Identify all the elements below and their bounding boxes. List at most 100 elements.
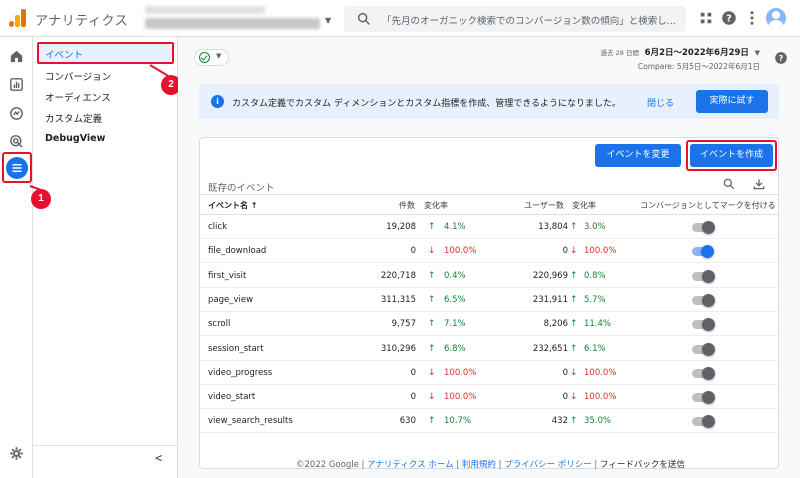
- column-header-conversion: コンバージョンとしてマークを付ける?: [640, 200, 778, 211]
- nav-item-custom-definitions[interactable]: カスタム定義: [45, 111, 102, 125]
- users-trend-arrow-icon: ↑: [570, 319, 578, 330]
- date-prefix: 過去 28 日間: [600, 49, 639, 57]
- account-selector[interactable]: ▼: [145, 6, 331, 32]
- banner-close-link[interactable]: 閉じる: [647, 96, 674, 109]
- conversion-toggle[interactable]: [692, 269, 715, 283]
- date-range-picker[interactable]: 過去 28 日間 6月2日～2022年6月29日 ▼ Compare: 5月5日…: [601, 46, 760, 72]
- nav-item-conversions[interactable]: コンバージョン: [45, 69, 111, 83]
- search-placeholder: 「先月のオーガニック検索でのコンバージョン数の傾向」と検索し...: [382, 16, 676, 27]
- column-header-users[interactable]: ユーザー数: [524, 200, 564, 211]
- conversion-toggle[interactable]: [692, 342, 715, 356]
- event-count: 19,208: [386, 222, 416, 232]
- search-icon: [357, 12, 370, 25]
- conversion-toggle[interactable]: [692, 391, 715, 405]
- settings-icon[interactable]: [9, 446, 24, 461]
- event-name[interactable]: page_view: [208, 295, 253, 305]
- footer-feedback-link[interactable]: フィードバックを送信: [600, 460, 685, 470]
- event-name[interactable]: first_visit: [208, 271, 246, 281]
- svg-text:?: ?: [779, 53, 784, 63]
- users-trend-arrow-icon: ↑: [570, 270, 578, 281]
- event-name[interactable]: file_download: [208, 246, 266, 256]
- conversion-toggle[interactable]: [692, 366, 715, 380]
- count-change: 6.5%: [444, 294, 466, 305]
- table-row[interactable]: scroll 9,757 ↑ 7.1% 8,206 ↑ 11.4%: [200, 312, 778, 337]
- page-help-icon[interactable]: ?: [774, 51, 788, 65]
- account-name-redacted: [145, 6, 265, 14]
- footer-sep: |: [495, 460, 505, 470]
- table-row[interactable]: file_download 0 ↓ 100.0% 0 ↓ 100.0%: [200, 239, 778, 264]
- avatar[interactable]: [766, 8, 786, 28]
- table-row[interactable]: click 19,208 ↑ 4.1% 13,804 ↑ 3.0%: [200, 215, 778, 239]
- users-trend-arrow-icon: ↑: [570, 416, 578, 427]
- app-title: アナリティクス: [35, 14, 129, 29]
- explore-icon[interactable]: [8, 105, 25, 122]
- column-header-count[interactable]: 件数: [399, 200, 415, 211]
- count-change: 6.8%: [444, 343, 466, 354]
- count-trend-arrow-icon: ↑: [428, 343, 436, 354]
- home-icon[interactable]: [8, 48, 25, 65]
- column-header-count-change[interactable]: 変化率: [424, 200, 448, 211]
- count-change: 7.1%: [444, 319, 466, 330]
- conversion-toggle[interactable]: [692, 318, 715, 332]
- column-header-event-name[interactable]: イベント名 ↑: [208, 200, 258, 211]
- table-row[interactable]: video_start 0 ↓ 100.0% 0 ↓ 100.0%: [200, 385, 778, 410]
- users-trend-arrow-icon: ↑: [570, 343, 578, 354]
- table-row[interactable]: video_progress 0 ↓ 100.0% 0 ↓ 100.0%: [200, 361, 778, 385]
- user-count: 432: [551, 416, 568, 427]
- more-vert-icon[interactable]: [743, 9, 761, 27]
- user-count: 232,651: [532, 343, 568, 354]
- property-name-redacted: [145, 18, 320, 29]
- users-change: 35.0%: [584, 416, 612, 427]
- user-count: 8,206: [543, 319, 568, 330]
- nav-item-audiences[interactable]: オーディエンス: [45, 90, 111, 104]
- modify-event-button[interactable]: イベントを変更: [595, 144, 681, 167]
- download-icon[interactable]: [752, 177, 766, 191]
- reports-icon[interactable]: [8, 76, 25, 93]
- users-trend-arrow-icon: ↑: [570, 222, 578, 232]
- users-change: 0.8%: [584, 270, 606, 281]
- apps-grid-icon[interactable]: [697, 9, 715, 27]
- count-trend-arrow-icon: ↑: [428, 294, 436, 305]
- users-trend-arrow-icon: ↓: [570, 367, 578, 378]
- users-change: 6.1%: [584, 343, 606, 354]
- users-trend-arrow-icon: ↓: [570, 246, 578, 257]
- table-row[interactable]: session_start 310,296 ↑ 6.8% 232,651 ↑ 6.1%: [200, 337, 778, 361]
- collapse-chevron-icon[interactable]: <: [155, 451, 162, 465]
- help-icon[interactable]: ?: [720, 9, 738, 27]
- event-name[interactable]: view_search_results: [208, 416, 293, 426]
- event-name[interactable]: video_start: [208, 392, 255, 402]
- table-row[interactable]: view_search_results 630 ↑ 10.7% 432 ↑ 35.0%: [200, 409, 778, 434]
- count-trend-arrow-icon: ↓: [428, 367, 436, 378]
- conversion-toggle[interactable]: [692, 245, 714, 259]
- column-header-users-change[interactable]: 変化率: [572, 200, 596, 211]
- event-name[interactable]: video_progress: [208, 368, 272, 378]
- event-name[interactable]: click: [208, 222, 227, 232]
- user-count: 231,911: [532, 294, 568, 305]
- advertising-icon[interactable]: [8, 133, 25, 150]
- event-name[interactable]: session_start: [208, 344, 264, 354]
- count-change: 100.0%: [444, 392, 477, 403]
- event-count: 310,296: [380, 343, 416, 354]
- table-row[interactable]: page_view 311,315 ↑ 6.5% 231,911 ↑ 5.7%: [200, 288, 778, 312]
- conversion-help-icon[interactable]: ?: [777, 201, 778, 210]
- conversion-toggle[interactable]: [692, 221, 715, 234]
- try-it-button[interactable]: 実際に試す: [696, 90, 768, 113]
- footer-link-analytics-home[interactable]: アナリティクス ホーム: [367, 460, 454, 470]
- table-row[interactable]: first_visit 220,718 ↑ 0.4% 220,969 ↑ 0.8%: [200, 264, 778, 288]
- conversion-toggle[interactable]: [692, 415, 715, 429]
- footer-sep: |: [591, 460, 601, 470]
- footer-link-privacy[interactable]: プライバシー ポリシー: [504, 460, 592, 470]
- search-bar[interactable]: 「先月のオーガニック検索でのコンバージョン数の傾向」と検索し...: [344, 6, 686, 32]
- data-filter-chip[interactable]: ▼: [194, 49, 229, 66]
- chip-caret-icon: ▼: [216, 52, 222, 60]
- footer-link-terms[interactable]: 利用規約: [462, 460, 496, 470]
- event-name[interactable]: scroll: [208, 319, 230, 329]
- nav-item-debugview[interactable]: DebugView: [45, 133, 105, 144]
- table-search-icon[interactable]: [722, 177, 736, 191]
- analytics-logo-icon[interactable]: [9, 9, 27, 27]
- count-trend-arrow-icon: ↑: [428, 319, 436, 330]
- conversion-toggle[interactable]: [692, 293, 715, 307]
- info-icon: i: [211, 95, 224, 108]
- users-change: 3.0%: [584, 222, 606, 232]
- configure-highlight: [2, 152, 32, 183]
